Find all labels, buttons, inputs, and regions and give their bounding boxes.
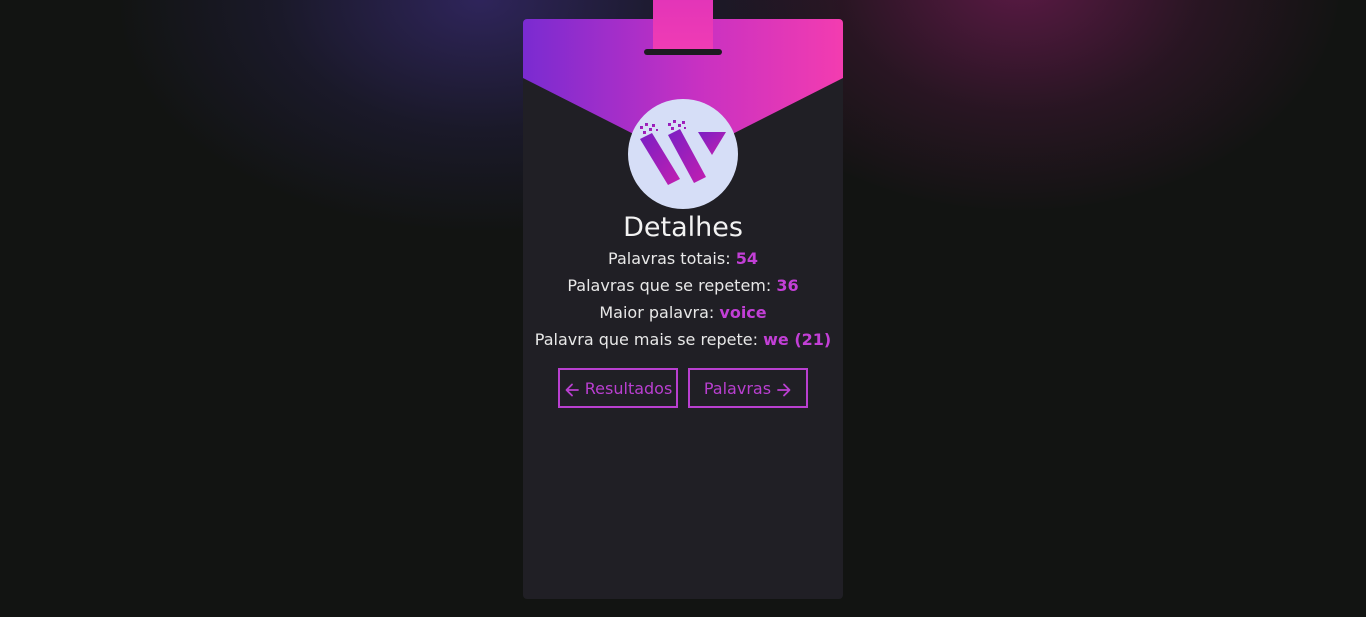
stat-value: 36 (776, 276, 799, 295)
lanyard-strap (653, 0, 713, 52)
stat-label: Maior palavra: (599, 303, 720, 322)
words-button[interactable]: Palavras (688, 368, 808, 408)
stat-value: 54 (735, 249, 758, 268)
stat-value: voice (719, 303, 767, 322)
lanyard-slot (644, 49, 722, 55)
page-title: Detalhes (623, 212, 743, 243)
stat-longest-word: Maior palavra: voice (523, 302, 843, 324)
stat-repeated-words: Palavras que se repetem: 36 (523, 275, 843, 297)
words-button-label: Palavras (703, 378, 772, 398)
stat-most-repeated-word: Palavra que mais se repete: we (21) (523, 329, 843, 351)
stat-total-words: Palavras totais: 54 (523, 248, 843, 270)
stat-value: we (21) (763, 330, 832, 349)
stat-label: Palavras totais: (608, 249, 736, 268)
arrow-left-icon (564, 371, 580, 407)
stat-label: Palavras que se repetem: (567, 276, 777, 295)
wordcount-logo-icon (628, 99, 738, 209)
arrow-right-icon (776, 371, 792, 407)
results-button-label: Resultados (584, 378, 673, 398)
results-button[interactable]: Resultados (558, 368, 678, 408)
stat-label: Palavra que mais se repete: (534, 330, 764, 349)
